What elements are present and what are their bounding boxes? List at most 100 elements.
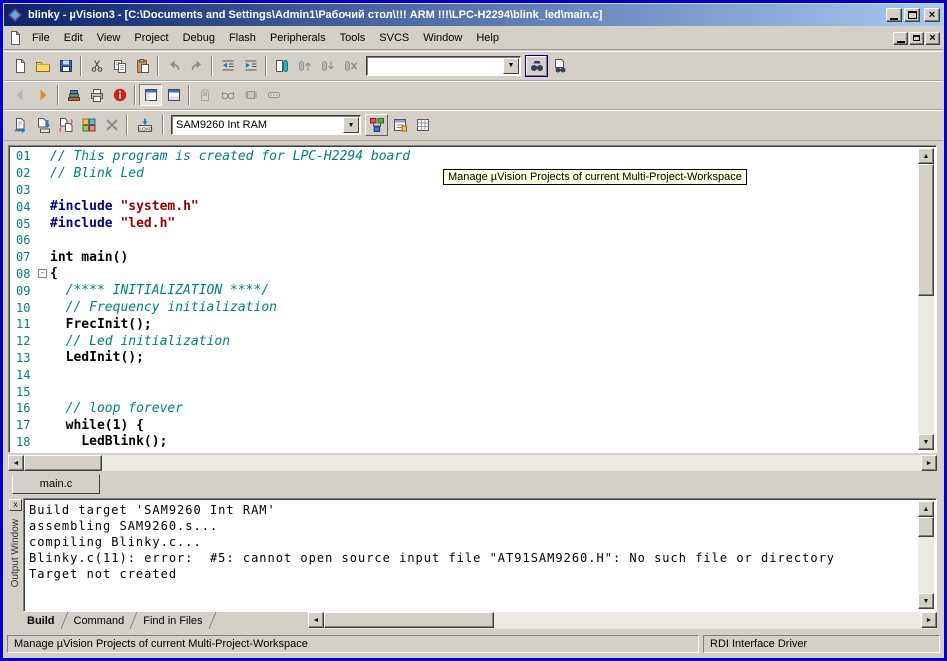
code-line-07[interactable]: 07int main() <box>11 249 918 266</box>
open-file-button[interactable] <box>31 55 54 77</box>
code-line-09[interactable]: 09 /**** INITIALIZATION ****/ <box>11 282 918 299</box>
output-tab-build[interactable]: Build <box>20 614 62 628</box>
stop-icon <box>104 117 120 133</box>
menu-debug[interactable]: Debug <box>176 29 222 47</box>
output-hscrollbar[interactable]: ◄ ► <box>308 612 937 629</box>
output-tab-command[interactable]: Command <box>67 614 132 628</box>
translate-file-button[interactable] <box>8 114 31 136</box>
menu-tools[interactable]: Tools <box>333 29 373 47</box>
indent-button[interactable] <box>239 55 262 77</box>
target-select-combo[interactable]: SAM9260 Int RAM▼ <box>171 115 361 135</box>
code-line-13[interactable]: 13 LedInit(); <box>11 350 918 367</box>
bookmark-clear-icon <box>343 58 359 74</box>
info-icon <box>112 87 128 103</box>
project-window-button[interactable] <box>139 84 162 106</box>
code-line-15[interactable]: 15 <box>11 383 918 400</box>
save-file-button[interactable] <box>54 55 77 77</box>
maximize-button[interactable] <box>904 8 920 22</box>
code-text: // This program is created for LPC-H2294… <box>50 149 410 164</box>
code-line-12[interactable]: 12 // Led initialization <box>11 333 918 350</box>
unindent-button[interactable] <box>216 55 239 77</box>
minimize-button[interactable] <box>886 8 902 22</box>
menu-file[interactable]: File <box>25 29 57 47</box>
hscroll-thumb[interactable] <box>24 455 102 471</box>
rebuild-target-button[interactable] <box>54 114 77 136</box>
code-line-17[interactable]: 17 while(1) { <box>11 417 918 434</box>
mdi-minimize-button[interactable] <box>893 32 908 45</box>
tab-main-c[interactable]: main.c <box>12 474 100 494</box>
code-line-10[interactable]: 10 // Frequency initialization <box>11 299 918 316</box>
output-hscroll-thumb[interactable] <box>324 612 494 628</box>
menu-help[interactable]: Help <box>469 29 506 47</box>
copy-button[interactable] <box>108 55 131 77</box>
code-line-01[interactable]: 01// This program is created for LPC-H22… <box>11 148 918 165</box>
code-line-04[interactable]: 04#include "system.h" <box>11 198 918 215</box>
scroll-down-button[interactable]: ▼ <box>918 434 934 450</box>
navigate-forward-button[interactable] <box>31 84 54 106</box>
new-file-button[interactable] <box>8 55 31 77</box>
output-scroll-left-button[interactable]: ◄ <box>308 612 324 628</box>
editor-hscrollbar[interactable]: ◄ ► <box>8 455 937 471</box>
vscroll-thumb[interactable] <box>918 164 934 296</box>
close-button[interactable]: × <box>924 8 940 22</box>
uvision-window: blinky - µVision3 - [C:\Documents and Se… <box>0 0 947 661</box>
about-button[interactable] <box>108 84 131 106</box>
code-line-18[interactable]: 18 LedBlink(); <box>11 434 918 450</box>
mdi-restore-button[interactable] <box>909 32 924 45</box>
batch-build-button[interactable] <box>77 114 100 136</box>
configure-flash-button[interactable] <box>411 114 434 136</box>
mdi-close-button[interactable]: × <box>925 32 940 45</box>
output-line[interactable]: Blinky.c(11): error: #5: cannot open sou… <box>29 550 916 566</box>
code-line-11[interactable]: 11 FrecInit(); <box>11 316 918 333</box>
output-line[interactable]: Target not created <box>29 566 916 582</box>
menu-edit[interactable]: Edit <box>57 29 90 47</box>
output-vscrollbar[interactable]: ▲ ▼ <box>918 501 934 609</box>
scroll-left-button[interactable]: ◄ <box>8 455 24 471</box>
code-line-16[interactable]: 16 // loop forever <box>11 400 918 417</box>
find-button[interactable] <box>548 55 571 77</box>
output-tab-find-in-files[interactable]: Find in Files <box>136 614 209 628</box>
code-line-08[interactable]: 08-{ <box>11 266 918 283</box>
output-line[interactable]: Build target 'SAM9260 Int RAM' <box>29 502 916 518</box>
indent-icon <box>243 58 259 74</box>
output-scroll-right-button[interactable]: ► <box>921 612 937 628</box>
find-in-files-button[interactable] <box>525 55 548 77</box>
output-scroll-up-button[interactable]: ▲ <box>918 501 934 517</box>
memory-window-button <box>239 84 262 106</box>
build-target-button[interactable] <box>31 114 54 136</box>
scroll-right-button[interactable]: ► <box>921 455 937 471</box>
find-combo-dropdown-button[interactable]: ▼ <box>503 58 519 74</box>
books-window-button[interactable] <box>62 84 85 106</box>
cut-button[interactable] <box>85 55 108 77</box>
toggle-bookmark-button[interactable] <box>270 55 293 77</box>
output-vscroll-thumb[interactable] <box>918 517 934 537</box>
code-line-05[interactable]: 05#include "led.h" <box>11 215 918 232</box>
output-window-button[interactable] <box>162 84 185 106</box>
menu-window[interactable]: Window <box>416 29 469 47</box>
download-flash-button[interactable]: LOAD <box>131 114 159 136</box>
fold-toggle[interactable]: - <box>38 269 47 278</box>
target-select-combo-dropdown-button[interactable]: ▼ <box>343 117 359 133</box>
output-scroll-down-button[interactable]: ▼ <box>918 593 934 609</box>
output-line[interactable]: compiling Blinky.c... <box>29 534 916 550</box>
menu-flash[interactable]: Flash <box>222 29 263 47</box>
output-close-button[interactable]: x <box>9 499 22 511</box>
menu-view[interactable]: View <box>90 29 128 47</box>
print-button[interactable] <box>85 84 108 106</box>
code-line-14[interactable]: 14 <box>11 366 918 383</box>
find-combo[interactable]: ▼ <box>366 56 521 76</box>
paste-button[interactable] <box>131 55 154 77</box>
manage-components-button[interactable] <box>388 114 411 136</box>
menu-svcs[interactable]: SVCS <box>372 29 416 47</box>
hand-icon <box>197 87 213 103</box>
scroll-up-button[interactable]: ▲ <box>918 148 934 164</box>
editor-vscrollbar[interactable]: ▲ ▼ <box>918 148 934 450</box>
code-editor[interactable]: 01// This program is created for LPC-H22… <box>8 145 937 453</box>
toolbar-separator <box>134 85 136 105</box>
manage-workspace-button[interactable] <box>365 114 388 136</box>
code-line-06[interactable]: 06 <box>11 232 918 249</box>
output-line[interactable]: assembling SAM9260.s... <box>29 518 916 534</box>
menu-project[interactable]: Project <box>127 29 175 47</box>
line-number: 12 <box>11 334 37 348</box>
menu-peripherals[interactable]: Peripherals <box>263 29 333 47</box>
